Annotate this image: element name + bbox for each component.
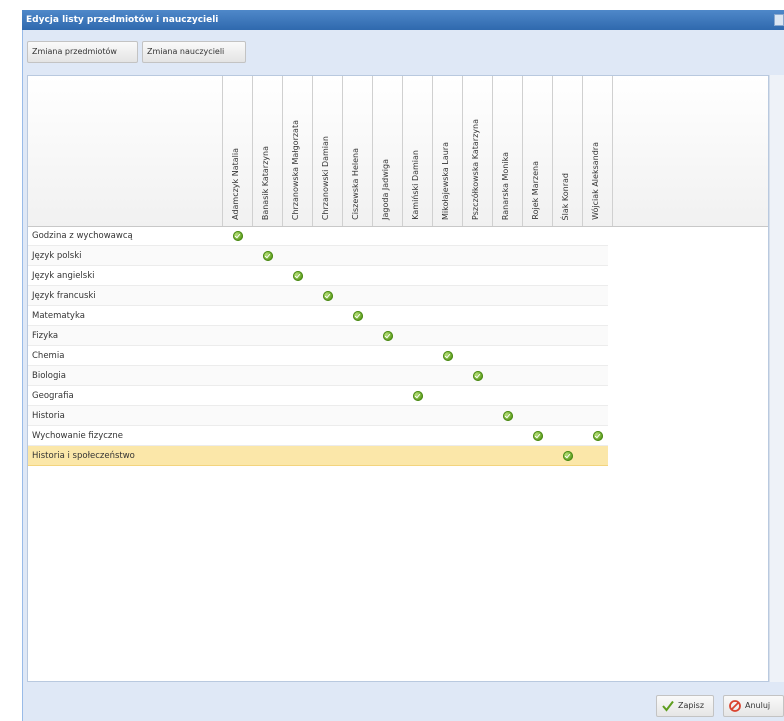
subject-row[interactable]: Geografia — [28, 386, 608, 406]
subject-name: Chemia — [32, 351, 65, 361]
subject-row[interactable]: Godzina z wychowawcą — [28, 226, 608, 246]
cancel-button[interactable]: Anuluj — [723, 695, 784, 717]
teacher-column-header: Rojek Marzena — [523, 76, 553, 226]
subject-row[interactable]: Historia — [28, 406, 608, 426]
teacher-name: Ciszewska Helena — [351, 148, 360, 220]
teacher-name: Kamiński Damian — [411, 150, 420, 220]
teacher-column-header: Ciszewska Helena — [343, 76, 373, 226]
teacher-column-header: Chrzanowska Małgorzata — [283, 76, 313, 226]
teacher-column-header: Adamczyk Natalia — [223, 76, 253, 226]
teacher-name: Rojek Marzena — [531, 161, 540, 220]
check-circle-icon[interactable] — [593, 431, 603, 441]
subject-row[interactable]: Język francuski — [28, 286, 608, 306]
subject-name: Historia i społeczeństwo — [32, 451, 135, 461]
teacher-name: Chrzanowska Małgorzata — [291, 119, 300, 220]
cancel-icon — [729, 700, 741, 712]
subject-row[interactable]: Fizyka — [28, 326, 608, 346]
teacher-column-header: Banasik Katarzyna — [253, 76, 283, 226]
teacher-column-header: Mikołajewska Laura — [433, 76, 463, 226]
subject-name: Wychowanie fizyczne — [32, 431, 123, 441]
subject-name: Matematyka — [32, 311, 85, 321]
assignment-grid: Adamczyk Natalia Banasik Katarzyna Chrzano… — [27, 75, 769, 682]
subject-name: Język francuski — [32, 291, 96, 301]
subject-name: Fizyka — [32, 331, 59, 341]
teacher-name: Ranarska Monika — [501, 151, 510, 220]
check-circle-icon[interactable] — [563, 451, 573, 461]
subject-row[interactable]: Język angielski — [28, 266, 608, 286]
subject-name: Godzina z wychowawcą — [32, 231, 133, 241]
teacher-column-header: Ranarska Monika — [493, 76, 523, 226]
subject-column-header — [28, 76, 223, 226]
teacher-column-header: Ślak Konrad — [553, 76, 583, 226]
teacher-column-header: Wójciak Aleksandra — [583, 76, 613, 226]
subject-name: Język polski — [32, 251, 82, 261]
check-circle-icon[interactable] — [413, 391, 423, 401]
teacher-name: Pszczółkowska Katarzyna — [471, 119, 480, 220]
check-circle-icon[interactable] — [533, 431, 543, 441]
teacher-name: Ślak Konrad — [561, 172, 570, 220]
teacher-name: Mikołajewska Laura — [441, 142, 450, 220]
close-icon[interactable] — [774, 14, 784, 26]
teacher-column-header: Pszczółkowska Katarzyna — [463, 76, 493, 226]
subject-row[interactable]: Wychowanie fizyczne — [28, 426, 608, 446]
cancel-label: Anuluj — [745, 701, 771, 710]
subject-row[interactable]: Biologia — [28, 366, 608, 386]
teacher-name: Adamczyk Natalia — [231, 148, 240, 220]
save-label: Zapisz — [678, 701, 705, 710]
subject-row[interactable]: Matematyka — [28, 306, 608, 326]
dialog-title: Edycja listy przedmiotów i nauczycieli — [26, 15, 219, 25]
save-button[interactable]: Zapisz — [656, 695, 714, 717]
checkmark-icon — [662, 700, 674, 712]
grid-header: Adamczyk Natalia Banasik Katarzyna Chrzano… — [28, 76, 768, 227]
subject-name: Biologia — [32, 371, 66, 381]
subject-row[interactable]: Język polski — [28, 246, 608, 266]
teacher-name: Wójciak Aleksandra — [591, 142, 600, 220]
check-circle-icon[interactable] — [473, 371, 483, 381]
check-circle-icon[interactable] — [503, 411, 513, 421]
check-circle-icon[interactable] — [323, 291, 333, 301]
check-circle-icon[interactable] — [353, 311, 363, 321]
scroll-area[interactable] — [769, 75, 784, 682]
teacher-name: Banasik Katarzyna — [261, 145, 270, 220]
check-circle-icon[interactable] — [233, 231, 243, 241]
teacher-name: Jagoda Jadwiga — [381, 159, 390, 220]
check-circle-icon[interactable] — [293, 271, 303, 281]
teacher-column-header: Chrzanowski Damian — [313, 76, 343, 226]
teacher-column-header: Jagoda Jadwiga — [373, 76, 403, 226]
check-circle-icon[interactable] — [443, 351, 453, 361]
subject-name: Historia — [32, 411, 65, 421]
change-teachers-button[interactable]: Zmiana nauczycieli — [142, 41, 246, 63]
check-circle-icon[interactable] — [383, 331, 393, 341]
subject-row[interactable]: Chemia — [28, 346, 608, 366]
subject-name: Geografia — [32, 391, 74, 401]
change-subjects-button[interactable]: Zmiana przedmiotów — [27, 41, 138, 63]
check-circle-icon[interactable] — [263, 251, 273, 261]
subject-name: Język angielski — [32, 271, 95, 281]
dialog-title-bar: Edycja listy przedmiotów i nauczycieli — [22, 10, 784, 30]
teacher-column-header: Kamiński Damian — [403, 76, 433, 226]
subject-row[interactable]: Historia i społeczeństwo — [28, 446, 608, 466]
teacher-name: Chrzanowski Damian — [321, 135, 330, 220]
